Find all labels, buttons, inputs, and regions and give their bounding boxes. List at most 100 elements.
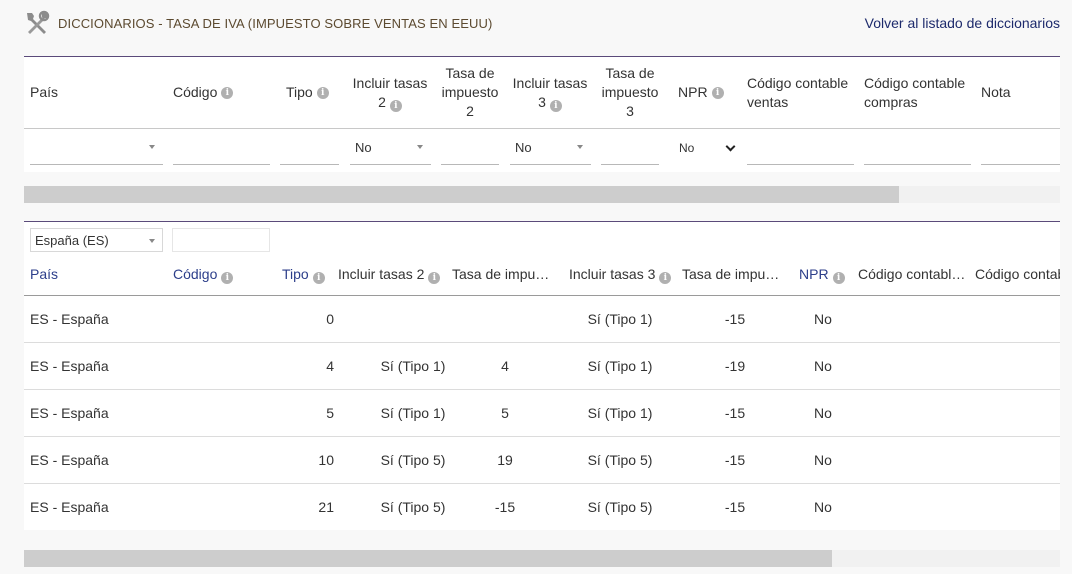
column-header-account-sales[interactable]: Código contabl… [858,266,968,284]
form-header-tax-rate-2: Tasa de impuesto 2 [440,57,500,128]
cell-rate3: -15 [724,452,746,468]
column-header-label: Incluir tasas 2 [338,266,425,282]
cell-type: 4 [326,358,334,374]
chevron-down-icon [577,145,583,149]
column-header-tax-rate-3[interactable]: Tasa de impue… [682,266,786,284]
country-select[interactable] [30,131,163,165]
form-header-country-label: País [30,84,59,100]
column-header-account-purchases[interactable]: Código contab [975,266,1060,284]
cell-type: 10 [318,452,334,468]
info-icon[interactable]: i [221,86,234,99]
form-header-country: País [30,57,150,128]
column-header-type[interactable]: Tipo i [282,266,342,284]
form-header-account-purchases: Código contable compras [864,57,974,128]
header-text: impuesto [601,84,659,100]
form-header-npr: NPR i [678,57,738,128]
tax-rate-2-input[interactable] [441,131,499,165]
form-header-include-rates-3: Incluir tasas 3 i [510,57,590,128]
cell-country: ES - España [30,499,109,515]
npr-select[interactable]: No [669,131,739,165]
info-icon[interactable]: i [832,272,845,284]
info-icon[interactable]: i [659,272,672,284]
tools-icon [27,10,50,34]
cell-rate2: -15 [494,499,516,515]
column-header-label: Incluir tasas 3 [569,266,656,282]
scrollbar-thumb[interactable] [24,550,833,567]
form-header-code-label: Código [173,84,218,100]
column-header-tax-rate-2[interactable]: Tasa de impue… [452,266,556,284]
new-vat-rate-form: País Código i Tipo i Incluir tasas 2 i Tasa … [24,56,1060,172]
cell-type: 21 [318,499,334,515]
column-header-country[interactable]: País [30,266,150,284]
include-rates-2-select[interactable]: No [350,131,431,165]
cell-incl2: Sí (Tipo 5) [380,452,446,468]
cell-rate2: 5 [501,405,509,421]
npr-native-select[interactable]: No [674,138,739,158]
header-text: Código contable [864,74,966,91]
npr-select-value: No [679,141,695,155]
column-header-label: País [30,266,59,282]
form-header-account-sales: Código contable ventas [747,57,857,128]
code-search-input[interactable] [172,228,270,252]
info-icon[interactable]: i [711,86,724,99]
cell-npr: No [814,311,832,327]
column-header-label: Código contabl… [858,266,966,282]
vat-rates-grid: España (ES) País Código i Tipo i Incluir t… [24,221,1060,530]
form-header-tax-rate-3: Tasa de impuesto 3 [600,57,660,128]
column-header-code[interactable]: Código i [173,266,273,284]
form-header-npr-label: NPR [678,84,708,100]
include-rates-3-value: No [515,140,532,155]
account-sales-input[interactable] [747,131,854,165]
cell-incl2: Sí (Tipo 1) [380,358,446,374]
cell-npr: No [814,499,832,515]
cell-country: ES - España [30,405,109,421]
info-icon[interactable]: i [316,86,329,99]
cell-incl3: Sí (Tipo 5) [587,499,653,515]
tax-rate-3-input[interactable] [601,131,659,165]
column-header-npr[interactable]: NPR i [799,266,859,284]
cell-npr: No [814,405,832,421]
scrollbar-thumb[interactable] [24,186,900,203]
table-row[interactable]: ES - España 4 Sí (Tipo 1) 4 Sí (Tipo 1) -19 No [24,343,1060,390]
table-row[interactable]: ES - España 10 Sí (Tipo 5) 19 Sí (Tipo 5) -15… [24,437,1060,484]
back-to-dictionaries-link[interactable]: Volver al listado de diccionarios [865,15,1060,31]
form-header-code: Código i [173,57,273,128]
info-icon[interactable]: i [221,272,234,284]
column-header-label: Tipo [282,266,309,282]
country-filter-value: España (ES) [35,232,109,248]
code-input[interactable] [173,131,270,165]
horizontal-scrollbar[interactable] [24,186,1060,203]
column-header-include-rates-2[interactable]: Incluir tasas 2i [338,266,450,284]
header-text: Incluir tasas [352,74,428,91]
page-title: DICCIONARIOS - TASA DE IVA (IMPUESTO SOB… [58,16,493,31]
column-header-label: Tasa de impue… [452,266,556,282]
cell-rate3: -15 [724,311,746,327]
cell-incl2 [354,296,472,342]
cell-npr: No [814,452,832,468]
cell-type: 0 [326,311,334,327]
table-row[interactable]: ES - España 21 Sí (Tipo 5) -15 Sí (Tipo 5) -1… [24,484,1060,530]
include-rates-3-select[interactable]: No [510,131,591,165]
info-icon[interactable]: i [312,272,325,284]
header-text: Tasa de [445,65,495,81]
info-icon[interactable]: i [549,99,562,112]
cell-incl3: Sí (Tipo 1) [587,311,653,327]
cell-rate2: 19 [497,452,513,468]
cell-country: ES - España [30,311,109,327]
cell-incl2: Sí (Tipo 5) [380,499,446,515]
horizontal-scrollbar[interactable] [24,550,1060,567]
account-purchases-input[interactable] [864,131,971,165]
header-text: 2 [378,93,386,110]
cell-npr: No [814,358,832,374]
table-row[interactable]: ES - España 5 Sí (Tipo 1) 5 Sí (Tipo 1) -15 No [24,390,1060,437]
country-filter-select[interactable]: España (ES) [30,228,163,252]
type-input[interactable] [280,131,339,165]
info-icon[interactable]: i [428,272,441,284]
chevron-down-icon [149,239,155,243]
header-text: 2 [466,103,474,119]
cell-country: ES - España [30,452,109,468]
info-icon[interactable]: i [389,99,402,112]
table-row[interactable]: ES - España 0 Sí (Tipo 1) -15 No [24,296,1060,343]
column-header-include-rates-3[interactable]: Incluir tasas 3i [569,266,681,284]
note-input[interactable] [981,131,1060,165]
